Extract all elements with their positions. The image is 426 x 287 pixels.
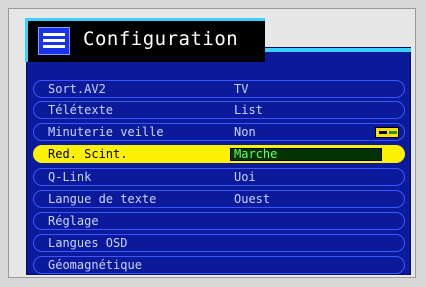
menu-item-label: Red. Scint. [48,147,128,161]
menu-item-reglage[interactable]: Réglage [33,212,405,230]
indicator-dash-right [389,131,397,134]
title-accent-line [265,48,411,52]
menu-item-value: List [234,103,263,117]
menu-item-sort-av2[interactable]: Sort.AV2 TV [33,80,405,98]
menu-item-value: Ouest [234,192,271,206]
menu-item-geomagnetique[interactable]: Géomagnétique [33,256,405,274]
menu-item-label: Réglage [48,214,99,228]
menu-item-label: Télétexte [48,103,114,117]
adjust-indicator-icon [375,127,399,138]
menu-item-label: Langues OSD [48,236,128,250]
menu-item-value: Marche [234,147,278,161]
menu-item-label: Sort.AV2 [48,82,106,96]
menu-item-value: Uoi [234,170,256,184]
menu-title-bar: Configuration [25,18,265,62]
menu-item-label: Minuterie veille [48,125,164,139]
menu-item-red-scint[interactable]: Red. Scint. Marche [33,145,405,163]
menu-item-value: Non [234,125,256,139]
menu-item-langue-de-texte[interactable]: Langue de texte Ouest [33,190,405,208]
menu-item-minuterie-veille[interactable]: Minuterie veille Non [33,123,405,141]
menu-title: Configuration [83,28,239,50]
menu-item-langues-osd[interactable]: Langues OSD [33,234,405,252]
menu-item-value: TV [234,82,249,96]
menu-item-label: Géomagnétique [48,258,142,272]
menu-item-teletexte[interactable]: Télétexte List [33,101,405,119]
menu-item-label: Q-Link [48,170,92,184]
indicator-dash-left [379,131,387,134]
menu-item-label: Langue de texte [48,192,157,206]
menu-item-q-link[interactable]: Q-Link Uoi [33,168,405,186]
menu-list-icon [38,27,70,55]
